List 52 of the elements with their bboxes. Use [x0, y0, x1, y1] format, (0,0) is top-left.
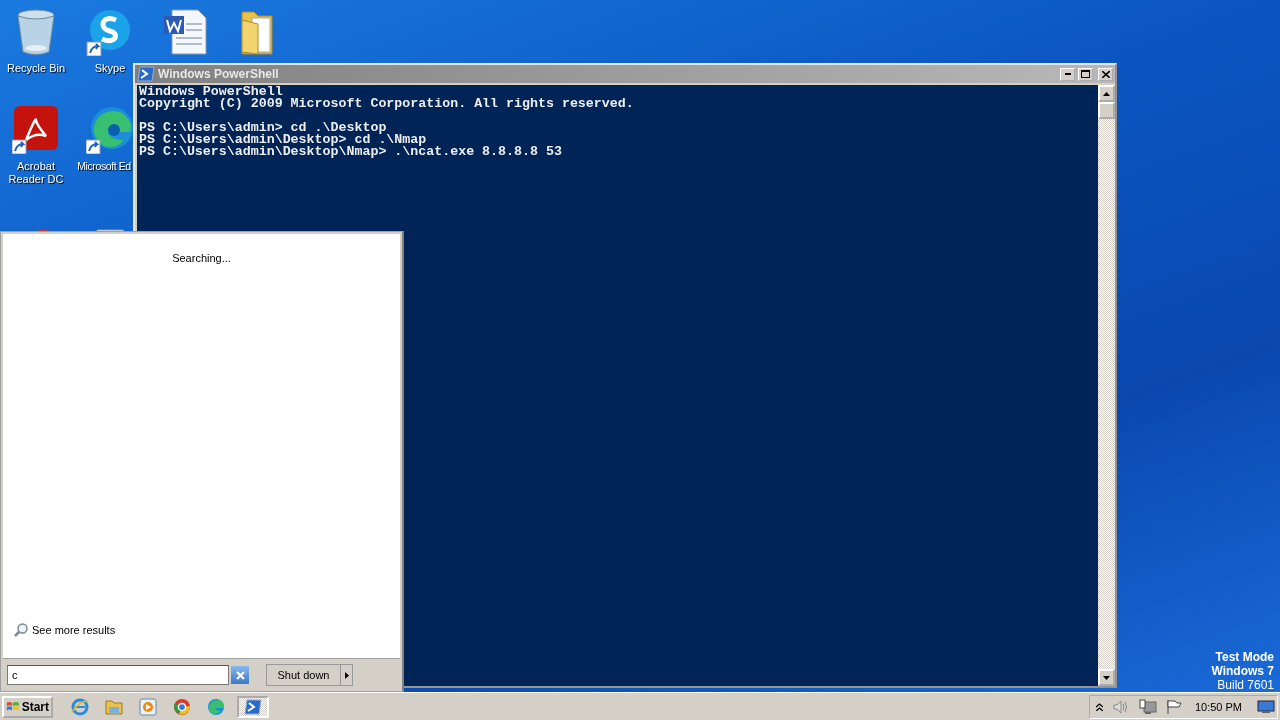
- maximize-button[interactable]: [1078, 67, 1093, 81]
- shut-down-button[interactable]: Shut down: [266, 664, 341, 686]
- edge-icon: [86, 106, 134, 154]
- chevron-up-icon[interactable]: [1095, 702, 1103, 711]
- clear-search-button[interactable]: [231, 666, 249, 684]
- taskbar-button[interactable]: [237, 695, 269, 718]
- close-icon: [1101, 70, 1110, 78]
- search-field[interactable]: c: [7, 665, 229, 685]
- scroll-down-button[interactable]: [1098, 669, 1115, 686]
- console-line: PS C:\Users\admin> cd .\Desktop: [139, 122, 387, 134]
- status-text: Searching...: [172, 252, 231, 264]
- powershell-icon: [244, 698, 262, 715]
- speaker-icon[interactable]: [1111, 698, 1130, 715]
- console-line: PS C:\Users\admin\Desktop\Nmap> .\ncat.exe 8.8.8.8 53: [139, 146, 562, 158]
- minimize-button[interactable]: [1060, 67, 1075, 81]
- internet-explorer-icon: [71, 697, 89, 716]
- minimize-icon: [1064, 73, 1071, 75]
- icon-label: Microsoft Ed: [77, 160, 131, 173]
- close-icon: [235, 670, 245, 680]
- start-button[interactable]: Start: [2, 695, 53, 718]
- window-title: Windows PowerShell: [158, 67, 280, 81]
- icon-label: Skype: [94, 62, 126, 75]
- powershell-icon: [137, 66, 155, 82]
- media-player-icon: [139, 697, 157, 716]
- flag-icon[interactable]: [1165, 698, 1182, 715]
- recycle-bin-icon: [14, 8, 58, 56]
- right-arrow-icon: [344, 671, 349, 679]
- chrome-icon: [173, 697, 191, 716]
- see-more-results-link[interactable]: See more results: [13, 622, 116, 638]
- scroll-up-button[interactable]: [1098, 85, 1115, 102]
- edge-icon: [207, 697, 225, 716]
- shut-down-options-button[interactable]: [341, 664, 353, 686]
- scroll-thumb[interactable]: [1098, 102, 1115, 119]
- down-arrow-icon: [1103, 675, 1110, 680]
- system-info-text: Build 7601: [1217, 678, 1274, 692]
- word-document-icon: [162, 8, 208, 56]
- icon-label: Acrobat Reader DC: [7, 160, 65, 186]
- console-line: Copyright (C) 2009 Microsoft Corporation. All rights reserved.: [139, 98, 634, 110]
- console-line: PS C:\Users\admin\Desktop> cd .\Nmap: [139, 134, 427, 146]
- show-desktop-icon[interactable]: [1257, 699, 1275, 714]
- close-button[interactable]: [1098, 67, 1113, 81]
- folder-icon: [105, 698, 123, 715]
- network-icon[interactable]: [1138, 698, 1157, 715]
- maximize-icon: [1081, 70, 1090, 78]
- acrobat-icon: [12, 106, 60, 154]
- system-info-text: Windows 7: [1211, 664, 1274, 678]
- system-info-text: Test Mode: [1215, 650, 1274, 664]
- console-line: Windows PowerShell: [139, 86, 283, 98]
- search-icon: [13, 622, 29, 638]
- up-arrow-icon: [1103, 91, 1110, 96]
- clock[interactable]: 10:50 PM: [1194, 700, 1242, 713]
- icon-label: Recycle Bin: [6, 62, 66, 75]
